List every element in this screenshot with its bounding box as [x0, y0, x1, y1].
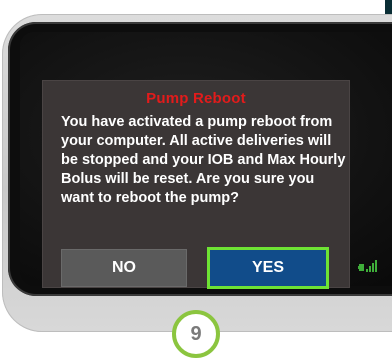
step-number-badge: 9 — [172, 310, 220, 358]
pump-device-view: Pump Reboot You have activated a pump re… — [0, 0, 392, 362]
yes-button[interactable]: YES — [207, 247, 329, 289]
no-button[interactable]: NO — [61, 249, 187, 287]
dialog-message: You have activated a pump reboot from yo… — [61, 114, 346, 206]
pump-reboot-dialog: Pump Reboot You have activated a pump re… — [42, 80, 350, 289]
dialog-title: Pump Reboot — [146, 90, 246, 107]
battery-signal-icon — [358, 260, 377, 272]
